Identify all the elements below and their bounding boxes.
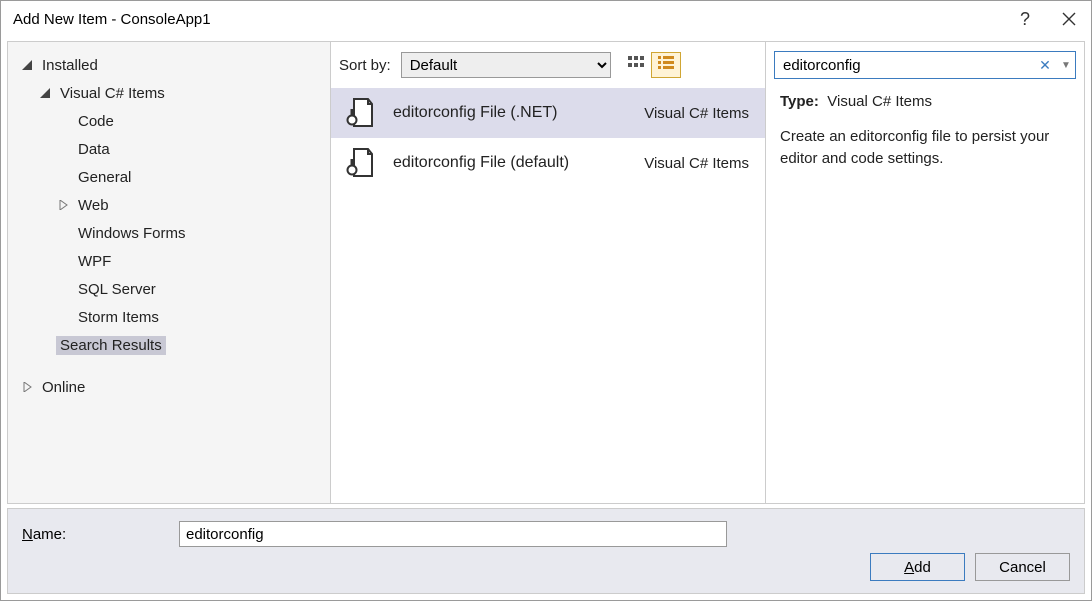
tree-item-sql[interactable]: SQL Server xyxy=(8,275,330,303)
category-tree: Installed Visual C# Items Code Data Gene… xyxy=(8,42,331,503)
config-file-icon xyxy=(341,94,379,132)
tree-label: Windows Forms xyxy=(74,224,190,243)
clear-search-button[interactable]: ✕ xyxy=(1033,52,1057,78)
list-icon xyxy=(657,54,675,76)
template-list-pane: Sort by: Default xyxy=(331,42,766,503)
detail-description: Create an editorconfig file to persist y… xyxy=(780,126,1070,170)
close-button[interactable] xyxy=(1047,1,1091,37)
tree-item-code[interactable]: Code xyxy=(8,107,330,135)
tree-item-storm[interactable]: Storm Items xyxy=(8,303,330,331)
template-item[interactable]: editorconfig File (.NET) Visual C# Items xyxy=(331,88,765,138)
tree-label: WPF xyxy=(74,252,115,271)
detail-pane: ✕ ▼ Type: Visual C# Items Create an edit… xyxy=(766,42,1084,503)
tree-item-wpf[interactable]: WPF xyxy=(8,247,330,275)
tree-label: Data xyxy=(74,140,114,159)
view-list-button[interactable] xyxy=(651,52,681,78)
view-grid-button[interactable] xyxy=(621,52,651,78)
tree-item-visual-csharp[interactable]: Visual C# Items xyxy=(8,79,330,107)
cancel-button[interactable]: Cancel xyxy=(975,553,1070,581)
tree-item-winforms[interactable]: Windows Forms xyxy=(8,219,330,247)
tree-label: SQL Server xyxy=(74,280,160,299)
triangle-right-icon xyxy=(20,382,34,392)
tree-label: Installed xyxy=(38,56,102,75)
name-label: Name: xyxy=(22,526,167,543)
config-file-icon xyxy=(341,144,379,182)
tree-label: Code xyxy=(74,112,118,131)
window-title: Add New Item - ConsoleApp1 xyxy=(13,11,1003,28)
add-button[interactable]: Add xyxy=(870,553,965,581)
template-list: editorconfig File (.NET) Visual C# Items… xyxy=(331,82,765,503)
tree-item-search-results[interactable]: Search Results xyxy=(8,331,330,359)
detail-type-label: Type: xyxy=(780,93,819,110)
template-category: Visual C# Items xyxy=(644,105,749,122)
template-name: editorconfig File (default) xyxy=(393,154,630,172)
sort-dropdown[interactable]: Default xyxy=(401,52,611,78)
tree-label: Online xyxy=(38,378,89,397)
triangle-down-icon xyxy=(20,60,34,70)
grid-icon xyxy=(627,54,645,76)
search-input[interactable] xyxy=(775,52,1033,78)
sort-label: Sort by: xyxy=(339,57,391,74)
detail-type-line: Type: Visual C# Items xyxy=(780,93,1070,110)
template-name: editorconfig File (.NET) xyxy=(393,104,630,122)
search-dropdown-button[interactable]: ▼ xyxy=(1057,52,1075,78)
template-item[interactable]: editorconfig File (default) Visual C# It… xyxy=(331,138,765,188)
template-category: Visual C# Items xyxy=(644,155,749,172)
chevron-down-icon: ▼ xyxy=(1061,60,1071,71)
triangle-down-icon xyxy=(38,88,52,98)
clear-icon: ✕ xyxy=(1039,57,1051,74)
triangle-right-icon xyxy=(56,200,70,210)
name-input[interactable] xyxy=(179,521,727,547)
detail-type-value: Visual C# Items xyxy=(827,93,932,110)
tree-label: Web xyxy=(74,196,113,215)
search-box: ✕ ▼ xyxy=(774,51,1076,79)
tree-item-general[interactable]: General xyxy=(8,163,330,191)
tree-item-web[interactable]: Web xyxy=(8,191,330,219)
tree-label: Search Results xyxy=(56,336,166,355)
tree-item-data[interactable]: Data xyxy=(8,135,330,163)
tree-item-installed[interactable]: Installed xyxy=(8,51,330,79)
titlebar: Add New Item - ConsoleApp1 ? xyxy=(1,1,1091,37)
bottom-panel: Name: Add Cancel xyxy=(7,508,1085,594)
help-button[interactable]: ? xyxy=(1003,1,1047,37)
tree-label: Storm Items xyxy=(74,308,163,327)
sort-toolbar: Sort by: Default xyxy=(331,42,765,82)
content-area: Installed Visual C# Items Code Data Gene… xyxy=(7,41,1085,504)
tree-item-online[interactable]: Online xyxy=(8,373,330,401)
tree-label: Visual C# Items xyxy=(56,84,169,103)
tree-label: General xyxy=(74,168,135,187)
